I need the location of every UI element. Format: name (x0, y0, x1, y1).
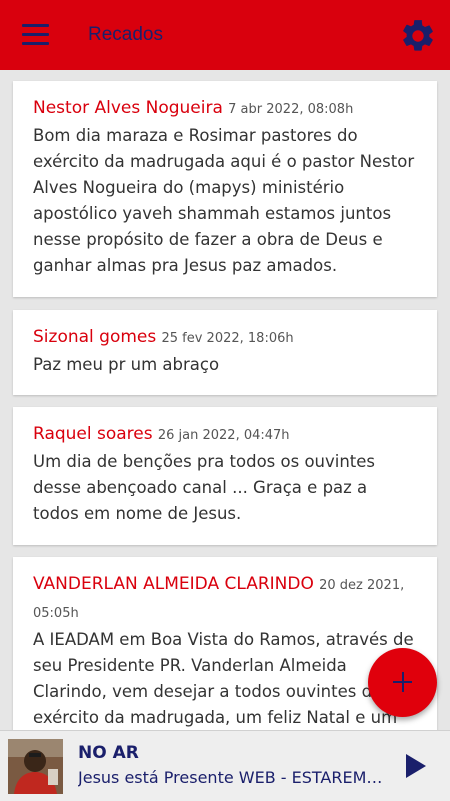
live-status: NO AR (78, 743, 139, 763)
hamburger-menu-icon[interactable] (22, 24, 49, 46)
message-card: Sizonal gomes 25 fev 2022, 18:06h Paz me… (13, 310, 437, 395)
message-author: Raquel soares (33, 424, 153, 444)
program-title: Jesus está Presente WEB - ESTAREMOS (78, 768, 388, 787)
app-bar: Recados (0, 0, 450, 70)
message-date: 25 fev 2022, 18:06h (161, 331, 294, 346)
message-card: Raquel soares 26 jan 2022, 04:47h Um dia… (13, 407, 437, 545)
play-icon[interactable] (400, 751, 430, 781)
add-message-button[interactable] (368, 648, 437, 717)
message-card: VANDERLAN ALMEIDA CLARINDO 20 dez 2021, … (13, 557, 437, 730)
message-date: 7 abr 2022, 08:08h (228, 102, 354, 117)
message-author: Nestor Alves Nogueira (33, 98, 223, 118)
message-date: 26 jan 2022, 04:47h (157, 428, 290, 443)
message-text: A IEADAM em Boa Vista do Ramos, através … (33, 630, 414, 727)
page-title: Recados (88, 24, 163, 45)
mini-player[interactable]: NO AR Jesus está Presente WEB - ESTAREMO… (0, 730, 450, 801)
message-author: Sizonal gomes (33, 327, 157, 347)
messages-list[interactable]: Nestor Alves Nogueira 7 abr 2022, 08:08h… (0, 70, 450, 730)
message-text: Paz meu pr um abraço (33, 355, 220, 374)
message-card: Nestor Alves Nogueira 7 abr 2022, 08:08h… (13, 81, 437, 297)
message-text: Um dia de benções pra todos os ouvintes … (33, 452, 376, 523)
message-text: Bom dia maraza e Rosimar pastores do exé… (33, 126, 415, 275)
program-thumbnail (8, 739, 63, 794)
message-author: VANDERLAN ALMEIDA CLARINDO (33, 574, 314, 594)
gear-icon[interactable] (399, 17, 437, 55)
